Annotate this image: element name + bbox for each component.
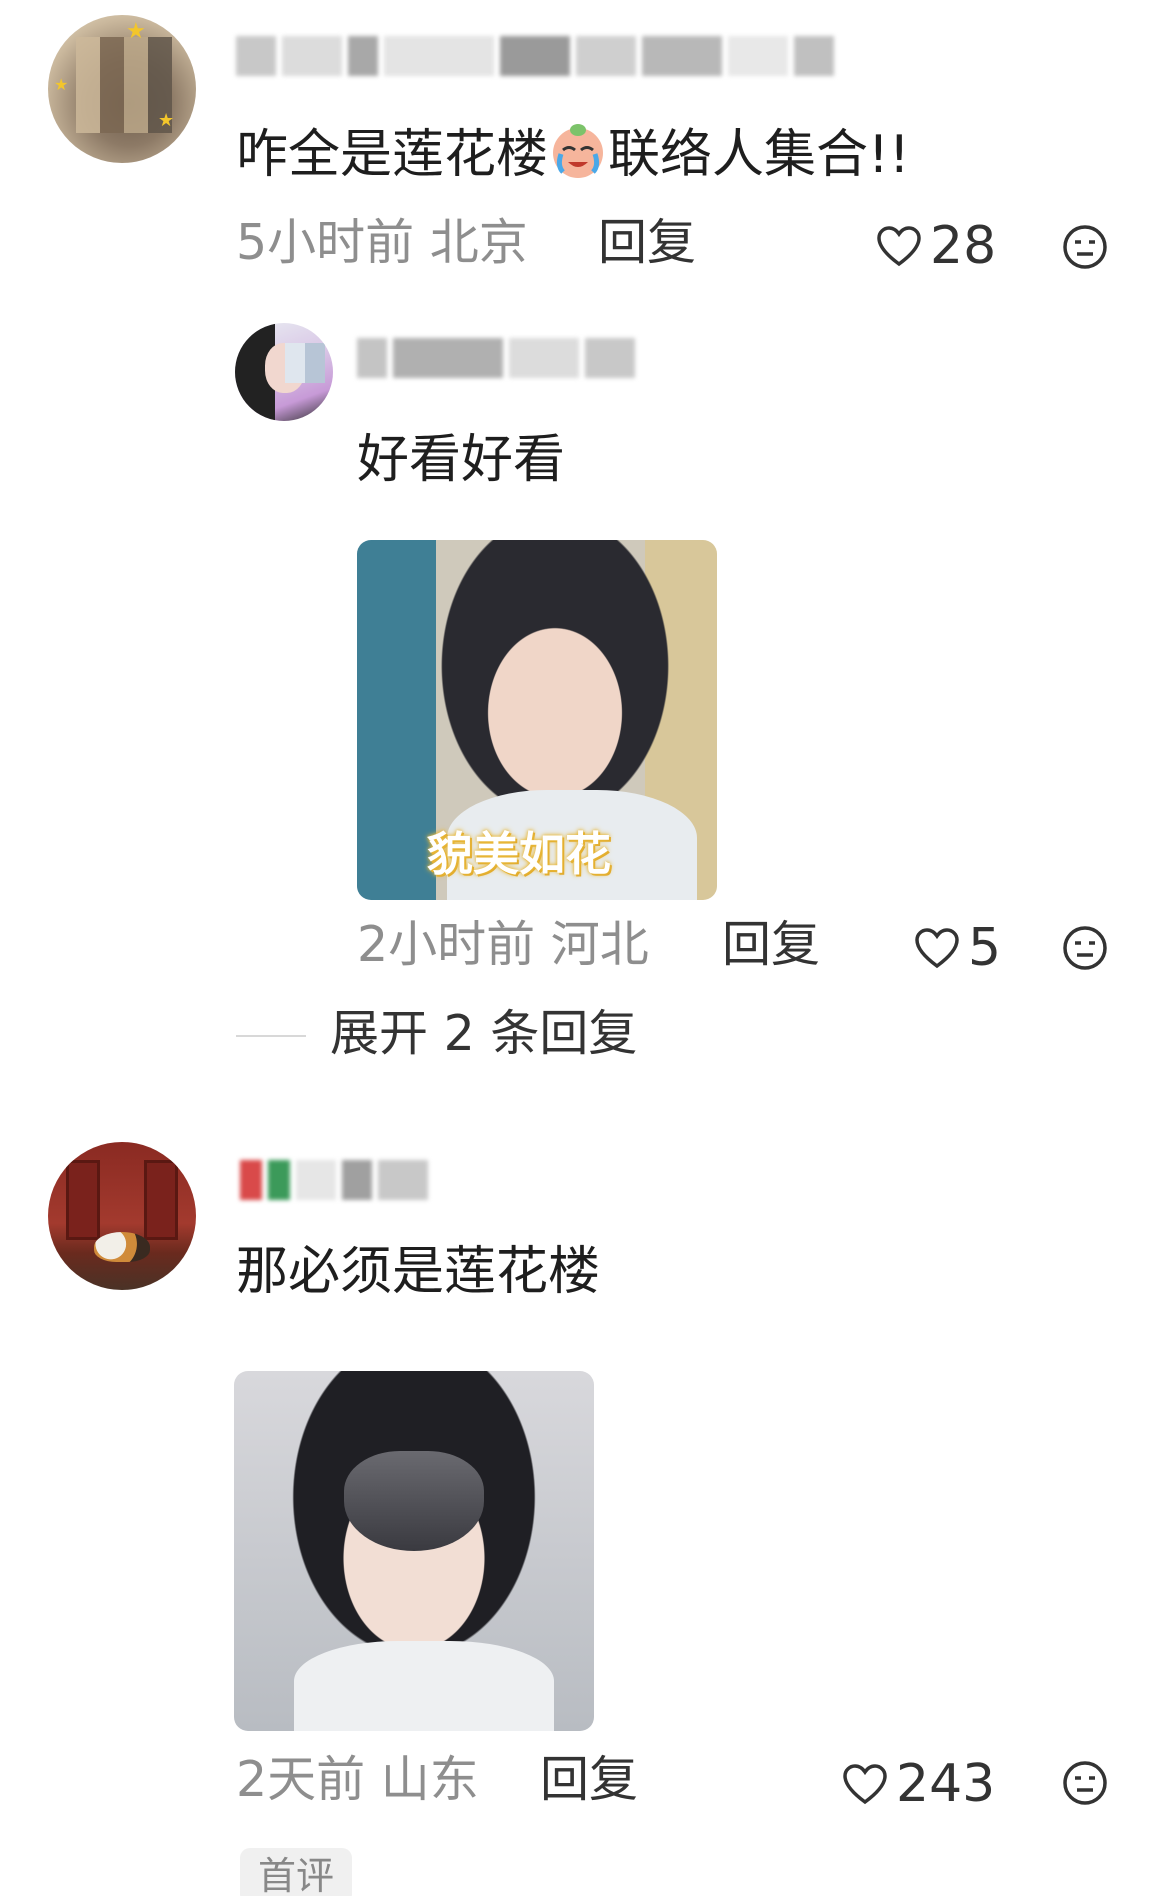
comment-meta: 5小时前 北京 (236, 213, 528, 273)
username-blurred[interactable] (236, 36, 856, 76)
star-icon: ★ (158, 110, 175, 131)
reply-button[interactable]: 回复 (598, 213, 696, 273)
like-count: 5 (968, 918, 1002, 978)
avatar[interactable] (235, 323, 333, 421)
avatar[interactable]: ★ ★ ★ (48, 15, 196, 163)
reply-button[interactable]: 回复 (540, 1750, 638, 1810)
comment-image[interactable] (234, 1371, 594, 1731)
expand-replies-button[interactable]: 展开 2 条回复 (330, 1004, 637, 1064)
heart-outline-icon (843, 1764, 887, 1805)
comment-image[interactable]: 貌美如花 (357, 540, 717, 900)
username-blurred[interactable] (357, 338, 657, 378)
divider (236, 1035, 306, 1037)
avatar[interactable] (48, 1142, 196, 1290)
reply-button[interactable]: 回复 (722, 915, 820, 975)
comment-text: 好看好看 (357, 430, 566, 490)
crying-face-emoji-icon (548, 120, 608, 180)
heart-outline-icon (915, 928, 959, 969)
neutral-face-icon[interactable] (1062, 224, 1108, 270)
heart-outline-icon (877, 226, 921, 267)
comment-time: 2天前 (236, 1751, 366, 1808)
comment-time: 2小时前 (357, 916, 536, 973)
like-button[interactable]: 28 (876, 216, 996, 276)
like-count: 243 (896, 1754, 996, 1814)
image-caption: 貌美如花 (427, 827, 611, 881)
cat-image (94, 1232, 150, 1262)
comment-text: 咋全是莲花楼 联络人集合!! (236, 120, 910, 187)
first-comment-badge: 首评 (240, 1848, 353, 1896)
star-icon: ★ (126, 19, 146, 44)
comment-meta: 2小时前 河北 (357, 915, 649, 975)
star-icon: ★ (54, 75, 69, 94)
comment-location: 山东 (380, 1751, 479, 1808)
neutral-face-icon[interactable] (1062, 925, 1108, 971)
username-blurred[interactable] (240, 1160, 480, 1200)
neutral-face-icon[interactable] (1062, 1760, 1108, 1806)
like-count: 28 (930, 216, 997, 276)
comment-text: 那必须是莲花楼 (236, 1242, 601, 1302)
comment-location: 北京 (429, 214, 528, 271)
comment-meta: 2天前 山东 (236, 1750, 479, 1810)
comment-location: 河北 (550, 916, 649, 973)
mask-figure (344, 1451, 484, 1551)
like-button[interactable]: 243 (842, 1754, 995, 1814)
comment-time: 5小时前 (236, 214, 415, 271)
like-button[interactable]: 5 (914, 918, 1001, 978)
